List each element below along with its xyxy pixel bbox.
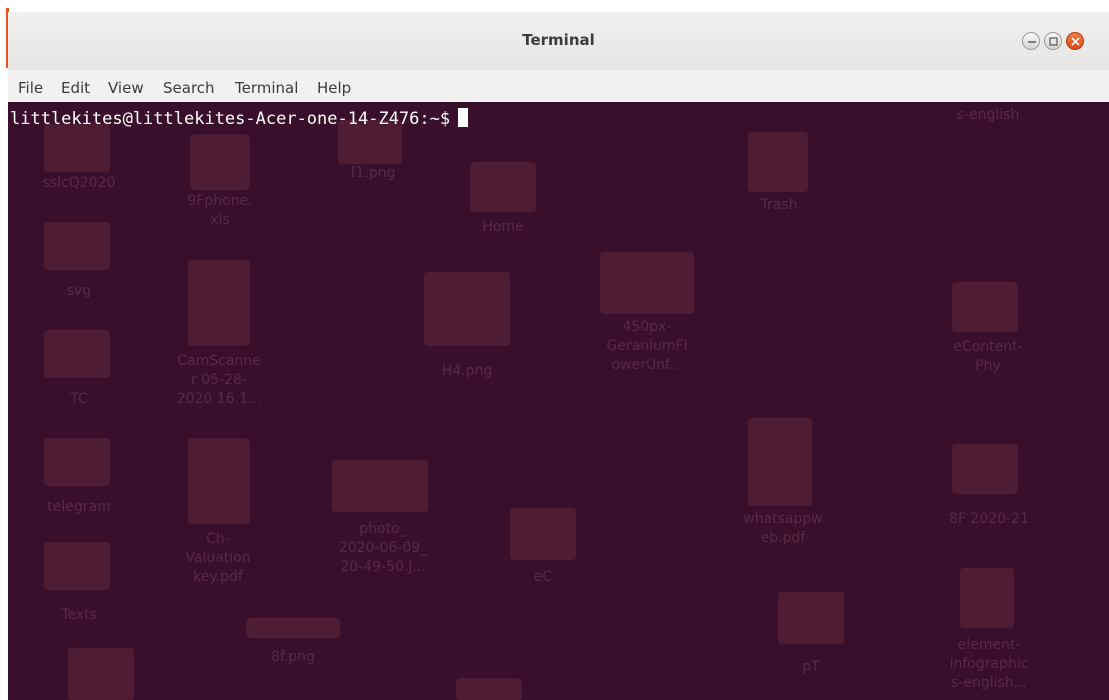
folder-icon [952,282,1018,332]
minimize-button[interactable] [1022,32,1040,50]
document-icon [68,648,134,700]
desktop-icon-label: sslcQ2020 [42,175,116,191]
desktop-icon-label: TC [70,391,88,407]
folder-icon [952,444,1018,494]
desktop-icon-label: 8F 2020-21 [949,511,1029,527]
terminal-prompt[interactable]: littlekites@littlekites-Acer-one-14-Z476… [10,108,469,129]
prompt-text: littlekites@littlekites-Acer-one-14-Z476… [10,109,451,129]
close-icon [1071,37,1080,46]
desktop-icon-label: whatsappw eb.pdf [743,511,823,546]
terminal-area[interactable]: sslcQ2020 9Fphone. xls f1.png Home Trash… [8,102,1109,700]
desktop-icon-label: Ch- Valuation key.pdf [185,531,251,585]
desktop-icon-label: svg [66,283,92,299]
menu-edit[interactable]: Edit [61,79,90,97]
image-icon [424,272,510,346]
desktop-icon-label: photo_ 2020-06-09_ 20-49-50.j... [338,521,428,575]
desktop-icon-label: Home [482,219,524,235]
spreadsheet-icon [190,134,250,190]
close-button[interactable] [1066,32,1084,50]
menu-help[interactable]: Help [317,79,351,97]
desktop-icon-label: s-english [956,107,1020,123]
desktop-icon-label: f1.png [350,165,396,181]
desktop-icon-label: pT [802,659,820,675]
desktop-icon-label: eC [533,569,553,585]
document-icon [188,260,250,346]
maximize-button[interactable] [1044,32,1062,50]
desktop-icon-label: element- infographic s-english... [949,637,1029,691]
menu-file[interactable]: File [18,79,43,97]
minimize-icon [1028,41,1036,43]
desktop-icon-label: H4.png [441,363,493,379]
folder-icon [510,508,576,560]
folder-icon [44,330,110,378]
desktop-icon-label: 8f.png [271,649,315,665]
desktop-icon-label: telegram [47,499,111,515]
desktop-icon-label: CamScanne r 05-28- 2020 16.1... [176,353,262,407]
desktop-icon-label: eContent- Phy [953,339,1023,374]
title-bar[interactable]: Terminal [8,12,1109,71]
trash-icon [748,132,808,192]
document-icon [188,438,250,524]
folder-icon [44,124,110,172]
image-icon [246,618,340,638]
menu-bar: File Edit View Search Terminal Help [8,70,1109,102]
image-icon [600,252,694,314]
menu-view[interactable]: View [108,79,144,97]
archive-icon [960,568,1014,628]
document-icon [456,678,522,700]
text-cursor [458,108,469,127]
desktop-icon-label: Trash [760,197,798,213]
menu-search[interactable]: Search [163,79,215,97]
desktop-icon-label: 450px- GeraniumFl owerUnf... [606,319,688,373]
folder-icon [778,592,844,644]
home-folder-icon [470,162,536,212]
folder-icon [44,542,110,590]
maximize-icon [1049,37,1058,46]
folder-icon [44,438,110,486]
folder-icon [44,222,110,270]
image-icon [332,460,428,512]
terminal-window: Terminal File Edit View Search Terminal … [8,12,1109,700]
document-icon [748,418,812,506]
window-title: Terminal [522,31,595,49]
desktop-icon-label: Texts [61,607,97,623]
desktop-icon-label: 9Fphone. xls [187,193,253,228]
menu-terminal[interactable]: Terminal [235,79,298,97]
